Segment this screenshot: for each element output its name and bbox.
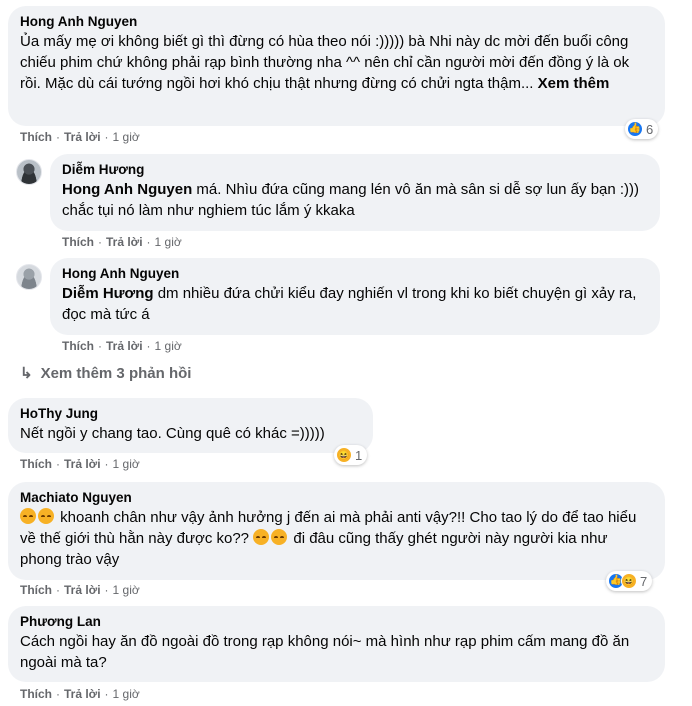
- comment-text: Diễm Hương dm nhiều đứa chửi kiểu đay ng…: [62, 285, 637, 323]
- comment-author[interactable]: Machiato Nguyen: [20, 489, 653, 506]
- comment-author[interactable]: Diễm Hương: [62, 161, 648, 178]
- reply-button[interactable]: Trả lời: [64, 130, 101, 144]
- comment-time[interactable]: 1 giờ: [113, 583, 140, 597]
- like-button[interactable]: Thích: [20, 687, 52, 701]
- reaction-summary[interactable]: 😆 1: [334, 445, 368, 465]
- comment-bubble: Hong Anh Nguyen Diễm Hương dm nhiều đứa …: [50, 258, 660, 335]
- upside-down-face-icon: [253, 529, 270, 545]
- comment-actions: Thích · Trả lời · 1 giờ: [20, 583, 140, 597]
- comment-time[interactable]: 1 giờ: [113, 457, 140, 471]
- comment-bubble: Diễm Hương Hong Anh Nguyen má. Nhìu đứa …: [50, 154, 660, 231]
- comment-text: Hong Anh Nguyen má. Nhìu đứa cũng mang l…: [62, 181, 640, 219]
- like-button[interactable]: Thích: [62, 235, 94, 249]
- reaction-summary[interactable]: 👍 😆 7: [606, 571, 653, 591]
- reply-button[interactable]: Trả lời: [106, 339, 143, 353]
- comment-time[interactable]: 1 giờ: [113, 687, 140, 701]
- reply-button[interactable]: Trả lời: [64, 583, 101, 597]
- comment-actions: Thích · Trả lời · 1 giờ: [20, 457, 140, 471]
- like-button[interactable]: Thích: [20, 583, 52, 597]
- comment-author[interactable]: Hong Anh Nguyen: [62, 265, 648, 282]
- upside-down-face-icon: [38, 508, 54, 524]
- mention-link[interactable]: Diễm Hương: [62, 285, 154, 302]
- comment-author[interactable]: Hong Anh Nguyen: [20, 13, 653, 30]
- comment-text: Ủa mấy mẹ ơi không biết gì thì đừng có h…: [20, 33, 630, 92]
- comment-bubble: Hong Anh Nguyen Ủa mấy mẹ ơi không biết …: [8, 6, 665, 126]
- comment-time[interactable]: 1 giờ: [155, 235, 182, 249]
- comment-actions: Thích · Trả lời · 1 giờ: [20, 687, 140, 701]
- haha-reaction-icon: 😆: [336, 447, 352, 463]
- upside-down-face-icon: [20, 508, 36, 524]
- reply-button[interactable]: Trả lời: [64, 457, 101, 471]
- comment-author[interactable]: HoThy Jung: [20, 405, 361, 422]
- view-more-replies-link[interactable]: ↳ Xem thêm 3 phản hồi: [20, 364, 191, 384]
- comment-time[interactable]: 1 giờ: [155, 339, 182, 353]
- like-button[interactable]: Thích: [20, 130, 52, 144]
- haha-reaction-icon: 😆: [621, 573, 637, 589]
- comment-actions: Thích · Trả lời · 1 giờ: [62, 339, 182, 353]
- avatar[interactable]: [16, 264, 42, 290]
- reply-button[interactable]: Trả lời: [64, 687, 101, 701]
- comment-bubble: HoThy Jung Nết ngồi y chang tao. Cùng qu…: [8, 398, 373, 453]
- comment-bubble: Machiato Nguyen khoanh chân như vậy ảnh …: [8, 482, 665, 580]
- like-button[interactable]: Thích: [62, 339, 94, 353]
- reaction-summary[interactable]: 👍 6: [625, 119, 659, 139]
- comment-text: Nết ngồi y chang tao. Cùng quê có khác =…: [20, 425, 325, 442]
- upside-down-face-icon: [271, 529, 288, 545]
- comment-author[interactable]: Phương Lan: [20, 613, 653, 630]
- mention-link[interactable]: Hong Anh Nguyen: [62, 181, 192, 198]
- reply-button[interactable]: Trả lời: [106, 235, 143, 249]
- reaction-count: 1: [355, 447, 363, 463]
- comment-bubble: Phương Lan Cách ngồi hay ăn đồ ngoài đồ …: [8, 606, 665, 682]
- comment-text: Cách ngồi hay ăn đồ ngoài đồ trong rạp k…: [20, 633, 630, 671]
- comment-actions: Thích · Trả lời · 1 giờ: [20, 130, 140, 144]
- like-button[interactable]: Thích: [20, 457, 52, 471]
- see-more-link[interactable]: Xem thêm: [538, 75, 610, 92]
- reaction-count: 6: [646, 121, 654, 137]
- reaction-count: 7: [640, 573, 648, 589]
- avatar[interactable]: [16, 159, 42, 185]
- comment-actions: Thích · Trả lời · 1 giờ: [62, 235, 182, 249]
- reply-arrow-icon: ↳: [20, 365, 33, 382]
- like-reaction-icon: 👍: [627, 121, 643, 137]
- comment-text: khoanh chân như vậy ảnh hưởng j đến ai m…: [20, 508, 637, 568]
- comment-time[interactable]: 1 giờ: [113, 130, 140, 144]
